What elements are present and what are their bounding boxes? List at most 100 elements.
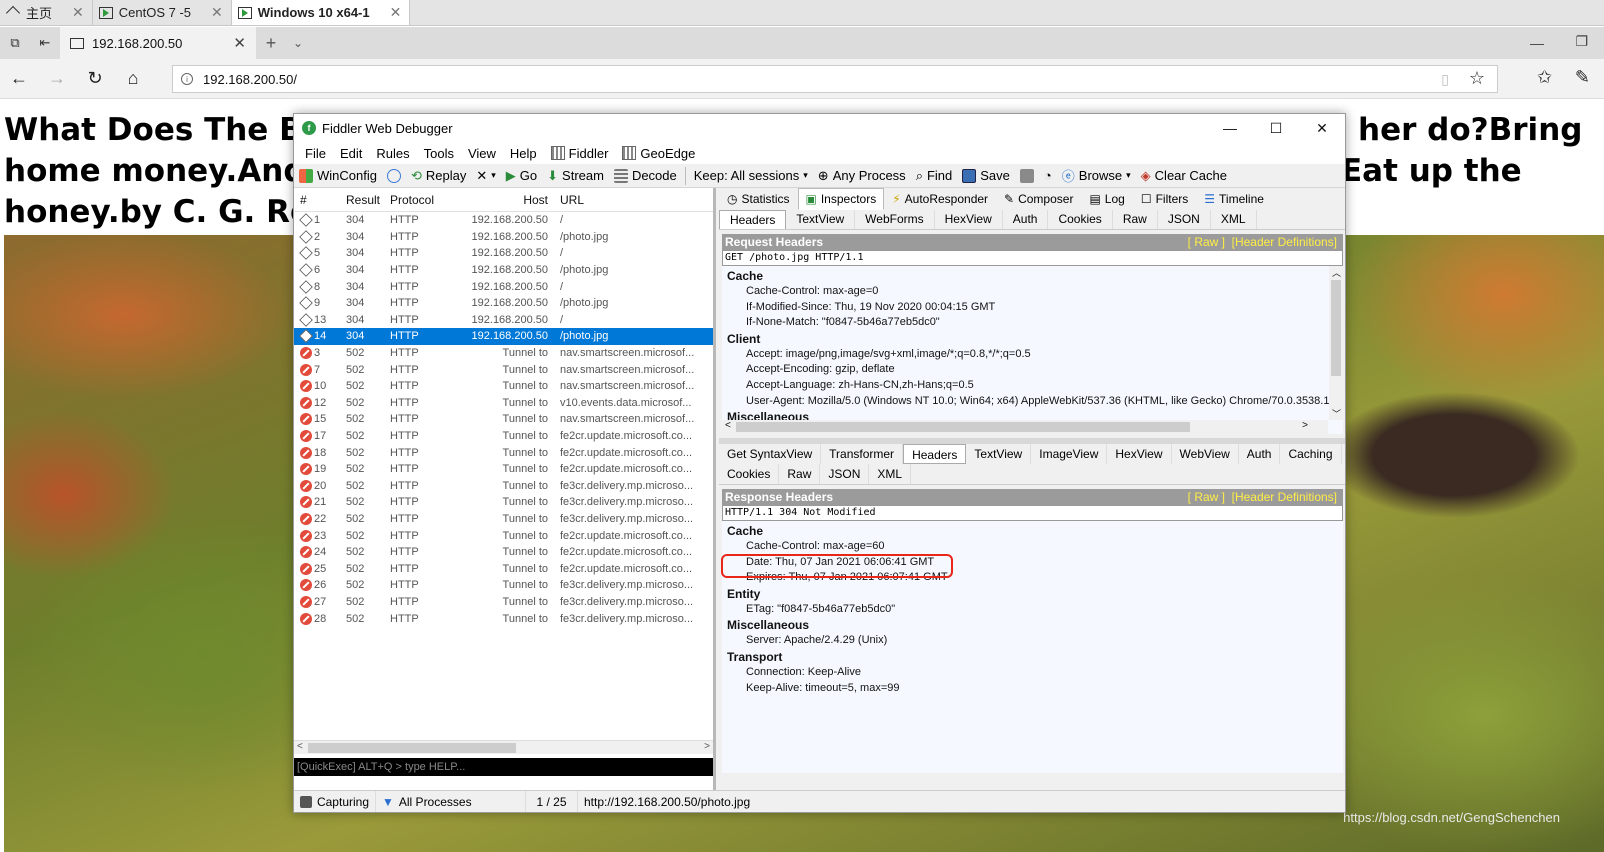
session-row[interactable]: 18 502 HTTP Tunnel to fe2cr.update.microsoft…	[294, 444, 713, 461]
home-button-icon[interactable]: ⌂	[114, 59, 152, 99]
forward-icon[interactable]: →	[38, 59, 76, 99]
header-group-title[interactable]: Cache	[722, 268, 1343, 284]
close-icon[interactable]: ✕	[390, 4, 402, 21]
minimize-icon[interactable]: —	[1530, 35, 1544, 51]
close-tab-icon[interactable]: ✕	[233, 34, 246, 52]
session-row[interactable]: 26 502 HTTP Tunnel to fe3cr.delivery.mp.micr…	[294, 577, 713, 594]
req-tab-textview[interactable]: TextView	[786, 210, 856, 229]
resp-tab-webview[interactable]: WebView	[1172, 444, 1239, 464]
winconfig-button[interactable]: WinConfig	[294, 168, 382, 183]
session-row[interactable]: 8 304 HTTP 192.168.200.50 /	[294, 278, 713, 295]
col-header-host[interactable]: Host	[436, 193, 554, 207]
session-row[interactable]: 7 502 HTTP Tunnel to nav.smartscreen.microso…	[294, 361, 713, 378]
col-header-protocol[interactable]: Protocol	[384, 193, 436, 207]
web-note-icon[interactable]: ✎	[1575, 67, 1590, 88]
quickexec-input[interactable]: [QuickExec] ALT+Q > type HELP...	[294, 758, 713, 776]
back-icon[interactable]: ←	[0, 59, 38, 99]
session-row[interactable]: 15 502 HTTP Tunnel to nav.smartscreen.micros…	[294, 411, 713, 428]
any-process-button[interactable]: ⊕ Any Process	[813, 168, 911, 184]
req-tab-headers[interactable]: Headers	[719, 210, 787, 229]
screenshot-button[interactable]	[1015, 168, 1039, 183]
tab-inspectors[interactable]: ▣ Inspectors	[797, 188, 885, 210]
session-row[interactable]: 2 304 HTTP 192.168.200.50/photo.jpg	[294, 229, 713, 246]
req-tab-webforms[interactable]: WebForms	[855, 210, 935, 229]
resp-tab-syntaxview[interactable]: Get SyntaxView	[719, 444, 822, 464]
menu-view[interactable]: View	[461, 146, 503, 161]
menu-file[interactable]: File	[298, 146, 333, 161]
resp-tab-transformer[interactable]: Transformer	[821, 444, 904, 464]
close-icon[interactable]: ✕	[211, 4, 223, 21]
resp-tab-caching[interactable]: Caching	[1280, 444, 1342, 464]
resp-tab-raw[interactable]: Raw	[779, 464, 821, 484]
find-button[interactable]: ⌕ Find	[911, 168, 958, 184]
refresh-icon[interactable]: ↻	[76, 59, 114, 99]
resp-tab-textview[interactable]: TextView	[966, 444, 1032, 464]
resp-tab-hexview[interactable]: HexView	[1107, 444, 1172, 464]
session-list-hscrollbar[interactable]: < >	[294, 740, 713, 754]
restore-icon[interactable]: ❐	[1575, 33, 1588, 50]
req-tab-xml[interactable]: XML	[1211, 210, 1257, 229]
go-button[interactable]: ▶ Go	[501, 168, 542, 184]
request-vscrollbar[interactable]: ︿ ﹀	[1329, 266, 1343, 420]
req-tab-raw[interactable]: Raw	[1113, 210, 1158, 229]
request-raw-link[interactable]: [ Raw ]	[1188, 235, 1225, 249]
menu-help[interactable]: Help	[503, 146, 544, 161]
col-header-url[interactable]: URL	[554, 193, 713, 207]
keep-sessions-dropdown[interactable]: Keep: All sessions ▾	[689, 168, 813, 183]
resp-tab-auth[interactable]: Auth	[1239, 444, 1281, 464]
response-header-definitions-link[interactable]: [Header Definitions]	[1232, 490, 1337, 504]
response-raw-link[interactable]: [ Raw ]	[1188, 490, 1225, 504]
session-row[interactable]: 10 502 HTTP Tunnel to nav.smartscreen.micros…	[294, 378, 713, 395]
header-entry[interactable]: If-None-Match: "f0847-5b46a77eb5dc0"	[722, 315, 1343, 331]
tab-groups-icon[interactable]: ⧉	[0, 27, 30, 59]
session-row[interactable]: 22 502 HTTP Tunnel to fe3cr.delivery.mp.micr…	[294, 511, 713, 528]
vm-tab-windows10[interactable]: Windows 10 x64-1 ✕	[231, 0, 411, 25]
scrollbar-thumb[interactable]	[308, 743, 516, 753]
tab-preview-chevron-icon[interactable]: ⌄	[286, 36, 310, 50]
col-header-number[interactable]: #	[294, 193, 340, 207]
menu-edit[interactable]: Edit	[333, 146, 369, 161]
browse-button[interactable]: ⓔ Browse ▾	[1057, 166, 1136, 185]
close-icon[interactable]: ✕	[72, 4, 84, 21]
resp-tab-xml[interactable]: XML	[869, 464, 912, 484]
vm-tab-centos[interactable]: CentOS 7 -5 ✕	[93, 0, 232, 25]
header-group-title[interactable]: Entity	[722, 586, 1343, 602]
header-group-title[interactable]: Cache	[722, 523, 1343, 539]
session-row[interactable]: 19 502 HTTP Tunnel to fe2cr.update.microsoft…	[294, 461, 713, 478]
scroll-left-icon[interactable]: <	[297, 741, 303, 752]
minimize-icon[interactable]: —	[1207, 114, 1253, 142]
header-group-title[interactable]: Transport	[722, 649, 1343, 665]
tab-composer[interactable]: ✎ Composer	[996, 188, 1081, 210]
capturing-toggle[interactable]: Capturing	[294, 790, 376, 812]
request-hscrollbar[interactable]: < >	[722, 420, 1328, 434]
session-row[interactable]: 20 502 HTTP Tunnel to fe3cr.delivery.mp.micr…	[294, 478, 713, 495]
header-entry[interactable]: Accept: image/png,image/svg+xml,image/*;…	[722, 347, 1343, 363]
tab-statistics[interactable]: ◷ Statistics	[719, 188, 798, 210]
close-icon[interactable]: ✕	[1299, 114, 1345, 142]
resp-tab-imageview[interactable]: ImageView	[1031, 444, 1108, 464]
scrollbar-thumb[interactable]	[1331, 280, 1341, 376]
favorites-list-icon[interactable]: ✩	[1537, 67, 1552, 88]
address-url[interactable]: 192.168.200.50/	[203, 72, 297, 87]
session-row[interactable]: 25 502 HTTP Tunnel to fe2cr.update.microsoft…	[294, 560, 713, 577]
scroll-right-icon[interactable]: >	[1302, 420, 1308, 431]
session-row[interactable]: 17 502 HTTP Tunnel to fe2cr.update.microsoft…	[294, 428, 713, 445]
menu-geoedge[interactable]: GeoEdge	[615, 145, 702, 161]
header-entry[interactable]: User-Agent: Mozilla/5.0 (Windows NT 10.0…	[722, 394, 1343, 410]
session-row[interactable]: 23 502 HTTP Tunnel to fe2cr.update.microsoft…	[294, 527, 713, 544]
tab-autoresponder[interactable]: ⚡ AutoResponder	[884, 188, 996, 210]
session-row[interactable]: 13 304 HTTP 192.168.200.50 /	[294, 312, 713, 329]
header-entry[interactable]: Cache-Control: max-age=0	[722, 284, 1343, 300]
replay-button[interactable]: ⟲ Replay	[406, 168, 471, 184]
session-row[interactable]: 24 502 HTTP Tunnel to fe2cr.update.microsoft…	[294, 544, 713, 561]
req-tab-cookies[interactable]: Cookies	[1048, 210, 1113, 229]
header-entry[interactable]: If-Modified-Since: Thu, 19 Nov 2020 00:0…	[722, 300, 1343, 316]
menu-rules[interactable]: Rules	[369, 146, 416, 161]
header-group-title[interactable]: Client	[722, 331, 1343, 347]
remove-button[interactable]: ✕ ▾	[471, 168, 500, 184]
scroll-right-icon[interactable]: >	[704, 741, 710, 752]
comment-button[interactable]	[382, 168, 406, 183]
stream-button[interactable]: ⬇ Stream	[542, 168, 609, 184]
request-header-definitions-link[interactable]: [Header Definitions]	[1232, 235, 1337, 249]
header-entry[interactable]: Connection: Keep-Alive	[722, 665, 1343, 681]
